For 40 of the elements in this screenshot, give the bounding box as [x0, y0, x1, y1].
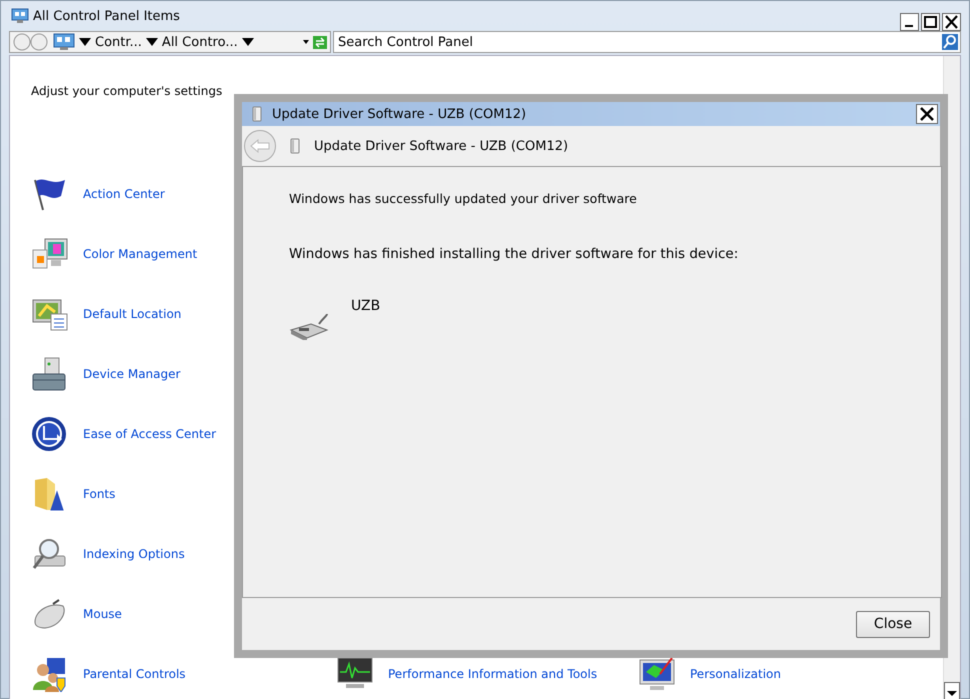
device-icon [250, 106, 264, 122]
detail-text: Windows has finished installing the driver software for this device: [289, 246, 740, 262]
back-arrow-icon [250, 139, 270, 153]
success-message: Windows has successfully updated your driver software [289, 191, 638, 206]
control-panel-link[interactable]: Parental Controls [83, 667, 186, 681]
control-panel-link[interactable]: Personalization [690, 667, 781, 681]
control-panel-link[interactable]: Indexing Options [83, 547, 185, 561]
control-panel-link[interactable]: Device Manager [83, 367, 180, 381]
dialog-title: Update Driver Software - UZB (COM12) [272, 106, 528, 122]
close-icon [916, 104, 938, 124]
breadcrumb[interactable]: Contr... [95, 34, 142, 50]
dropdown-arrow-icon [303, 40, 309, 44]
control-panel-link[interactable]: Action Center [83, 187, 165, 201]
close-icon [942, 13, 961, 31]
dropdown-arrow-icon [242, 38, 254, 46]
breadcrumb[interactable]: All Contro... [162, 34, 238, 50]
wizard-header: Update Driver Software - UZB (COM12) [314, 138, 568, 154]
maximize-icon [921, 13, 940, 31]
control-panel-link[interactable]: Performance Information and Tools [388, 667, 598, 681]
address-bar[interactable]: Contr... All Contro... [9, 31, 331, 53]
monitor-icon [638, 656, 676, 692]
control-panel-link[interactable]: Default Location [83, 307, 182, 321]
dropdown-arrow-icon [79, 38, 91, 46]
control-panel-link[interactable]: Ease of Access Center [83, 427, 216, 441]
control-panel-link[interactable]: Color Management [83, 247, 198, 261]
control-panel-link[interactable]: Mouse [83, 607, 122, 621]
accessibility-icon [31, 416, 69, 452]
control-panel-icon [53, 33, 75, 51]
device-icon [288, 138, 302, 154]
window-title: All Control Panel Items [33, 8, 181, 24]
control-panel-icon [11, 8, 29, 24]
minimize-icon [900, 13, 919, 31]
device-name: UZB [351, 298, 380, 314]
control-panel-link[interactable]: Fonts [83, 487, 116, 501]
close-button[interactable]: Close [856, 610, 930, 638]
dropdown-arrow-icon [146, 38, 158, 46]
page-heading: Adjust your computer's settings [31, 84, 222, 98]
back-button[interactable] [244, 130, 276, 162]
back-forward-icon [13, 33, 49, 51]
refresh-icon [313, 36, 327, 48]
